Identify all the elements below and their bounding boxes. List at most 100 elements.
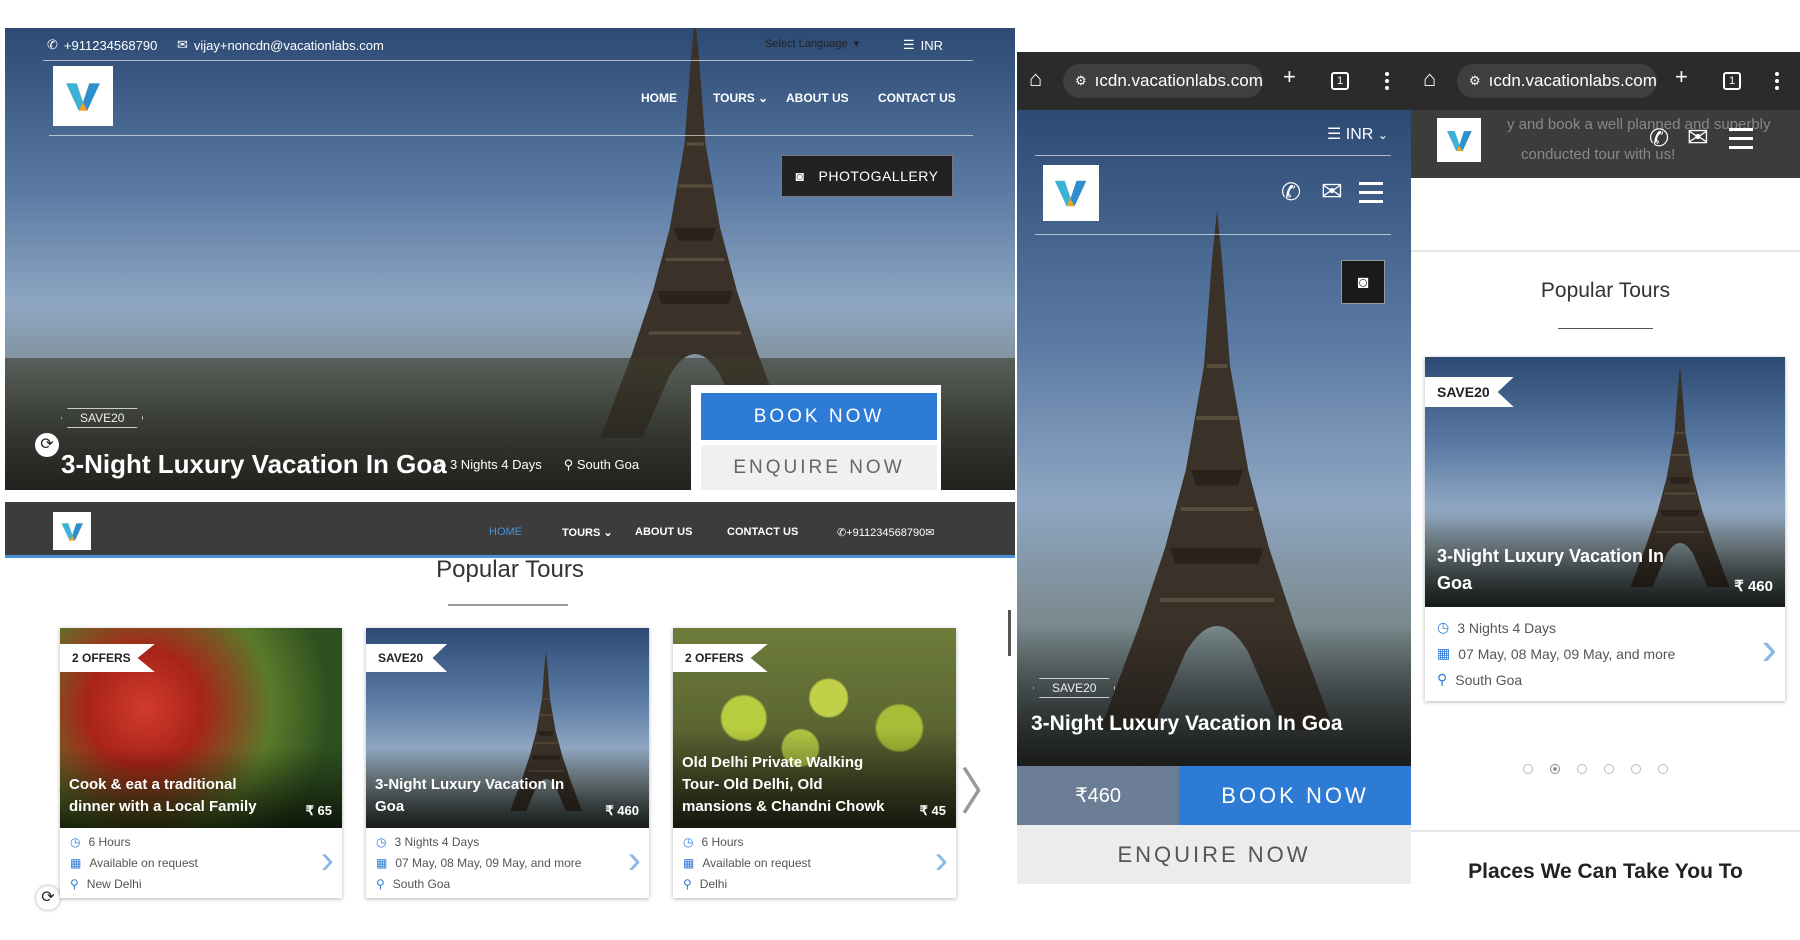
refresh-icon[interactable]: ⟳	[36, 886, 60, 910]
scrollbar-thumb[interactable]	[1008, 610, 1011, 656]
carousel-dot[interactable]	[1631, 764, 1641, 774]
phone-icon: ✆	[47, 37, 58, 52]
phone-icon[interactable]: ✆	[1281, 178, 1301, 207]
desktop-hero: ✆ +911234568790 ✉ vijay+noncdn@vacationl…	[5, 28, 1015, 490]
sticky-nav-phone[interactable]: ✆+911234568790✉	[837, 526, 934, 539]
chevron-down-icon: ⌄	[1377, 128, 1388, 142]
tab-count[interactable]: 1	[1723, 72, 1741, 90]
envelope-icon[interactable]: ✉	[1321, 176, 1343, 207]
camera-icon: ◙	[795, 168, 805, 184]
more-menu-icon[interactable]	[1385, 72, 1389, 90]
site-logo[interactable]	[1043, 165, 1099, 221]
chevron-right-icon[interactable]: ›	[321, 838, 334, 883]
carousel-dot[interactable]	[1604, 764, 1614, 774]
photogallery-button[interactable]: ◙ PHOTOGALLERY	[781, 155, 953, 197]
calendar-icon: ▦	[683, 856, 695, 870]
tour-availability: ▦ 07 May, 08 May, 09 May, and more	[1437, 645, 1676, 662]
carousel-dot[interactable]	[1577, 764, 1587, 774]
carousel-dot[interactable]	[1658, 764, 1668, 774]
sticky-nav-contact[interactable]: CONTACT US	[727, 526, 798, 538]
tour-card[interactable]: SAVE20 3-Night Luxury Vacation In Goa ₹ …	[1425, 357, 1785, 701]
enquire-now-button[interactable]: ENQUIRE NOW	[1017, 825, 1411, 884]
tour-card[interactable]: 2 OFFERS Old Delhi Private Walking Tour-…	[673, 628, 956, 898]
browser-toolbar: ⌂ ⚙ ıcdn.vacationlabs.com + 1	[1017, 52, 1411, 110]
v-logo-icon	[62, 75, 104, 117]
sticky-nav-about[interactable]: ABOUT US	[635, 526, 692, 538]
address-bar[interactable]: ⚙ ıcdn.vacationlabs.com	[1457, 64, 1657, 98]
nav-tours[interactable]: TOURS ⌄	[713, 91, 768, 105]
enquire-now-button[interactable]: ENQUIRE NOW	[701, 445, 937, 490]
tour-duration: ◷ 6 Hours	[70, 835, 131, 849]
nav-about[interactable]: ABOUT US	[786, 91, 849, 105]
sticky-nav: HOME TOURS ⌄ ABOUT US CONTACT US ✆+91123…	[5, 502, 1015, 558]
refresh-icon[interactable]: ⟳	[35, 433, 59, 457]
chevron-right-icon[interactable]: ›	[935, 838, 948, 883]
nav-contact[interactable]: CONTACT US	[878, 91, 956, 105]
chevron-right-icon[interactable]: ›	[628, 838, 641, 883]
envelope-icon[interactable]: ✉	[1687, 122, 1709, 153]
clock-icon: ◷	[683, 835, 694, 849]
map-pin-icon: ⚲	[563, 457, 574, 472]
book-now-button[interactable]: BOOK NOW	[1179, 766, 1411, 825]
chevron-right-icon[interactable]: ›	[1762, 621, 1777, 675]
site-logo[interactable]	[1437, 118, 1481, 162]
sticky-nav-tours[interactable]: TOURS ⌄	[562, 526, 613, 539]
places-title: Places We Can Take You To	[1468, 860, 1743, 883]
language-select[interactable]: Select Language ▾	[765, 37, 859, 51]
hamburger-menu-icon[interactable]	[1729, 128, 1753, 149]
carousel-dot[interactable]	[1523, 764, 1533, 774]
topbar-phone[interactable]: ✆ +911234568790	[47, 37, 157, 53]
tour-card[interactable]: SAVE20 3-Night Luxury Vacation In Goa ₹ …	[366, 628, 649, 898]
calendar-icon: ▦	[376, 856, 388, 870]
divider	[1035, 234, 1391, 235]
map-pin-icon: ⚲	[683, 877, 692, 891]
topbar-email[interactable]: ✉ vijay+noncdn@vacationlabs.com	[177, 37, 384, 53]
map-pin-icon: ⚲	[1437, 671, 1448, 687]
tour-title: 3-Night Luxury Vacation In Goa	[375, 776, 565, 815]
new-tab-icon[interactable]: +	[1675, 64, 1688, 90]
carousel-dot[interactable]	[1550, 764, 1560, 774]
title-underline	[1558, 328, 1653, 329]
hero-title: 3-Night Luxury Vacation In Goa	[61, 449, 447, 479]
hero-title: 3-Night Luxury Vacation In Goa	[1031, 712, 1343, 735]
offer-tag: SAVE20	[1033, 678, 1116, 698]
divider	[1411, 830, 1800, 832]
currency-select[interactable]: ☰ INR ⌄	[1327, 124, 1388, 144]
v-logo-icon	[59, 518, 86, 545]
currency-select[interactable]: ☰ INR	[903, 37, 943, 53]
divider	[1035, 155, 1391, 156]
coins-icon: ☰	[903, 37, 915, 52]
nav-home[interactable]: HOME	[641, 91, 677, 105]
clock-icon: ◷	[1437, 619, 1450, 635]
mobile-screen-2: ⌂ ⚙ ıcdn.vacationlabs.com + 1 y and book…	[1411, 52, 1800, 940]
home-icon[interactable]: ⌂	[1423, 66, 1436, 92]
new-tab-icon[interactable]: +	[1283, 64, 1296, 90]
mobile-price: ₹460	[1017, 766, 1179, 825]
tab-count[interactable]: 1	[1331, 72, 1349, 90]
hero-duration: ◷ 3 Nights 4 Days	[435, 457, 542, 472]
hero-location: ⚲ South Goa	[563, 457, 640, 472]
tour-title: Old Delhi Private Walking Tour- Old Delh…	[682, 754, 885, 815]
carousel-next-arrow[interactable]: 〉	[960, 752, 1010, 824]
tour-duration: ◷ 3 Nights 4 Days	[1437, 619, 1557, 636]
desktop-topbar: ✆ +911234568790 ✉ vijay+noncdn@vacationl…	[5, 28, 1015, 58]
book-now-button[interactable]: BOOK NOW	[701, 393, 937, 440]
envelope-icon: ✉	[925, 527, 935, 539]
hamburger-menu-icon[interactable]	[1359, 182, 1383, 203]
tour-price: ₹ 460	[1734, 578, 1773, 595]
tour-location: ⚲ South Goa	[1437, 671, 1523, 688]
mobile-screen-1: ⌂ ⚙ ıcdn.vacationlabs.com + 1 ☰ INR ⌄ ✆ …	[1017, 52, 1411, 884]
mobile-hero: ☰ INR ⌄ ✆ ✉ ◙ SAVE20 3-Night Luxury Vaca…	[1017, 110, 1411, 766]
site-logo[interactable]	[53, 512, 91, 550]
home-icon[interactable]: ⌂	[1029, 66, 1042, 92]
more-menu-icon[interactable]	[1775, 72, 1779, 90]
sticky-nav-home[interactable]: HOME	[489, 526, 522, 538]
phone-icon[interactable]: ✆	[1649, 124, 1669, 153]
v-logo-icon	[1444, 125, 1475, 156]
address-bar[interactable]: ⚙ ıcdn.vacationlabs.com	[1063, 64, 1263, 98]
site-logo[interactable]	[53, 66, 113, 126]
tour-card[interactable]: 2 OFFERS Cook & eat a traditional dinner…	[60, 628, 342, 898]
camera-icon[interactable]: ◙	[1341, 260, 1385, 304]
clock-icon: ◷	[70, 835, 81, 849]
browser-toolbar: ⌂ ⚙ ıcdn.vacationlabs.com + 1	[1411, 52, 1800, 110]
